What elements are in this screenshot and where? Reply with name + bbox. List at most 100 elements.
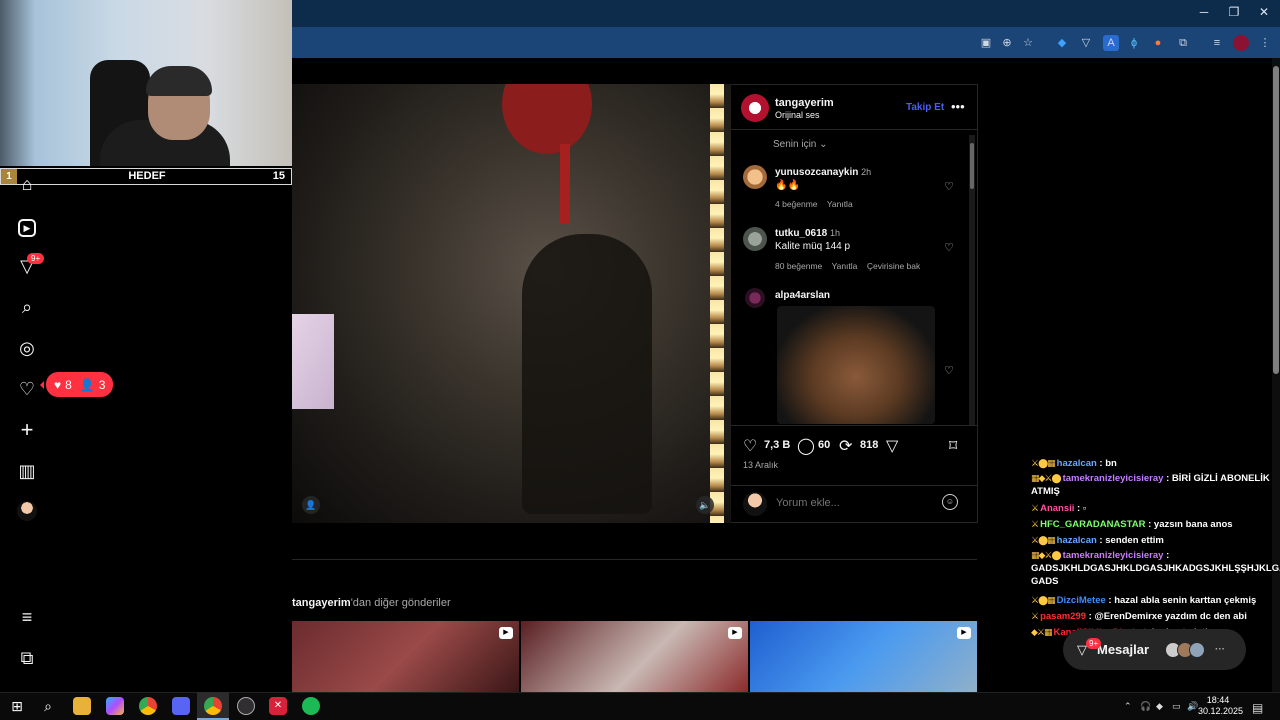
taskbar-clock[interactable]: 18:44 30.12.2025 bbox=[1198, 695, 1243, 717]
author-name[interactable]: tangayerim bbox=[775, 97, 834, 109]
minimize-button[interactable]: ─ bbox=[1194, 5, 1214, 19]
more-posts-author[interactable]: tangayerim bbox=[292, 597, 351, 609]
tray-app-icon[interactable]: ◆ bbox=[1156, 701, 1163, 712]
puzzle-icon[interactable]: ⧉ bbox=[1175, 35, 1191, 51]
chat-username[interactable]: hazalcan bbox=[1057, 535, 1097, 546]
comment-icon[interactable]: ◯ bbox=[797, 436, 815, 456]
chat-badges: ⚔⬤▦ bbox=[1031, 595, 1056, 605]
notifications-icon[interactable]: ♡ bbox=[16, 378, 38, 400]
extension-ai-icon[interactable]: ɸ bbox=[1126, 35, 1142, 51]
post-video[interactable]: 👤 🔈 bbox=[292, 84, 731, 523]
create-icon[interactable]: + bbox=[16, 419, 38, 441]
goal-bar: 1 HEDEF 15 bbox=[0, 168, 292, 185]
repost-icon[interactable]: ⟳ bbox=[839, 436, 852, 456]
meta-icon[interactable]: ⧉ bbox=[16, 647, 38, 669]
reels-icon[interactable]: ▶ bbox=[16, 214, 38, 237]
profile-avatar[interactable] bbox=[17, 501, 37, 521]
profile-icon[interactable] bbox=[1233, 35, 1249, 51]
page-scroll-thumb[interactable] bbox=[1273, 66, 1279, 374]
tagged-user-icon[interactable]: 👤 bbox=[302, 496, 320, 514]
comment-user[interactable]: yunusozcanaykin bbox=[775, 167, 858, 178]
media-icon[interactable]: ≡ bbox=[1209, 35, 1225, 51]
author-avatar[interactable] bbox=[741, 94, 769, 122]
search-icon[interactable]: ⌕ bbox=[16, 296, 38, 318]
network-icon[interactable]: ▭ bbox=[1172, 701, 1181, 712]
star-icon[interactable]: ☆ bbox=[1020, 35, 1036, 51]
post-thumbnail[interactable]: ▶ bbox=[521, 621, 748, 693]
extension-translate-icon[interactable]: A bbox=[1103, 35, 1119, 51]
more-menu-icon[interactable]: ≡ bbox=[16, 606, 38, 628]
more-options-icon[interactable]: ••• bbox=[951, 99, 965, 114]
chrome-active-icon[interactable] bbox=[204, 697, 222, 715]
share-icon[interactable]: ▽ bbox=[886, 436, 898, 456]
more-avatars-icon: ··· bbox=[1215, 644, 1226, 655]
search-icon[interactable]: ⌕ bbox=[39, 697, 57, 715]
chat-username[interactable]: tamekranizleyicisieray bbox=[1063, 550, 1164, 561]
cast-icon[interactable]: ▣ bbox=[978, 35, 994, 51]
comment-avatar[interactable] bbox=[743, 165, 767, 189]
post-thumbnail[interactable]: ▶ bbox=[750, 621, 977, 693]
tray-chevron-icon[interactable]: ⌃ bbox=[1124, 701, 1132, 712]
mute-icon[interactable]: 🔈 bbox=[696, 496, 714, 514]
extension-orange-icon[interactable]: ● bbox=[1150, 35, 1166, 51]
messages-button[interactable]: ▽ Mesajlar ··· bbox=[1063, 629, 1246, 670]
comment-user[interactable]: alpa4arslan bbox=[775, 290, 830, 301]
comment-like-icon[interactable]: ♡ bbox=[944, 180, 954, 193]
chat-username[interactable]: HFC_GARADANASTAR bbox=[1040, 519, 1145, 530]
volume-icon[interactable]: 🔊 bbox=[1187, 701, 1198, 712]
chat-separator: : bbox=[1096, 535, 1106, 546]
emoji-icon[interactable]: ☺ bbox=[942, 494, 958, 510]
taskbar bbox=[0, 692, 1280, 720]
like-icon[interactable]: ♡ bbox=[743, 436, 757, 456]
comment-user[interactable]: tutku_0618 bbox=[775, 228, 827, 239]
comments-scroll-thumb[interactable] bbox=[970, 143, 974, 189]
chat-username[interactable]: DizciMetee bbox=[1057, 595, 1106, 606]
reply-button[interactable]: Yanıtla bbox=[827, 199, 853, 209]
chat-username[interactable]: pasam299 bbox=[1040, 611, 1086, 622]
translate-button[interactable]: Çevirisine bak bbox=[867, 261, 920, 271]
zoom-icon[interactable]: ⊕ bbox=[999, 35, 1015, 51]
follow-button[interactable]: Takip Et bbox=[906, 102, 944, 113]
comment-input[interactable] bbox=[776, 497, 926, 509]
chrome-icon[interactable] bbox=[139, 697, 157, 715]
sort-dropdown[interactable]: Senin için ⌄ bbox=[773, 139, 828, 150]
comment-likes[interactable]: 80 beğenme bbox=[775, 261, 822, 271]
post-thumbnail[interactable]: ▶ bbox=[292, 621, 519, 693]
extension-blue-icon[interactable]: ◆ bbox=[1054, 35, 1070, 51]
message-avatars bbox=[1165, 641, 1206, 658]
video-figure bbox=[522, 234, 652, 514]
close-button[interactable]: ✕ bbox=[1254, 5, 1274, 19]
headset-icon[interactable]: 🎧 bbox=[1140, 701, 1151, 712]
chat-message: ⚔⬤▦ DizciMetee : hazal abla senin karttan… bbox=[1031, 594, 1279, 607]
menu-icon[interactable]: ⋮ bbox=[1257, 35, 1273, 51]
restore-button[interactable]: ❐ bbox=[1224, 5, 1244, 19]
comment-likes[interactable]: 4 beğenme bbox=[775, 199, 818, 209]
like-count[interactable]: 7,3 B bbox=[764, 439, 790, 451]
audio-label[interactable]: Orijinal ses bbox=[775, 110, 820, 120]
chat-username[interactable]: tamekranizleyicisieray bbox=[1063, 473, 1164, 484]
notification-center-icon[interactable]: ▤ bbox=[1252, 701, 1263, 715]
comment-avatar[interactable] bbox=[743, 227, 767, 251]
obs-icon[interactable] bbox=[237, 697, 255, 715]
discord-icon[interactable] bbox=[172, 697, 190, 715]
explore-icon[interactable]: ◎ bbox=[16, 337, 38, 359]
x-icon[interactable]: ✕ bbox=[269, 697, 287, 715]
comment-like-icon[interactable]: ♡ bbox=[944, 241, 954, 254]
windows-icon[interactable]: ⊞ bbox=[8, 697, 26, 715]
reply-button[interactable]: Yanıtla bbox=[832, 261, 858, 271]
comment-avatar[interactable] bbox=[745, 288, 765, 308]
file-explorer-icon[interactable] bbox=[73, 697, 91, 715]
extension-filter-icon[interactable]: ▽ bbox=[1078, 35, 1094, 51]
video-screen bbox=[292, 314, 334, 409]
chat-username[interactable]: Anansii bbox=[1040, 503, 1074, 514]
save-icon[interactable]: ⌑ bbox=[949, 436, 957, 456]
comment-gif-image bbox=[777, 306, 935, 424]
dashboard-icon[interactable]: ▥ bbox=[16, 460, 38, 482]
spotify-icon[interactable] bbox=[302, 697, 320, 715]
chat-username[interactable]: hazalcan bbox=[1057, 458, 1097, 469]
comment-like-icon[interactable]: ♡ bbox=[944, 364, 954, 377]
home-icon[interactable]: ⌂ bbox=[16, 173, 38, 195]
add-comment-bar: ☺ bbox=[731, 485, 977, 523]
copilot-icon[interactable] bbox=[106, 697, 124, 715]
notification-pill[interactable]: ♥ 8 👤 3 bbox=[39, 372, 114, 397]
